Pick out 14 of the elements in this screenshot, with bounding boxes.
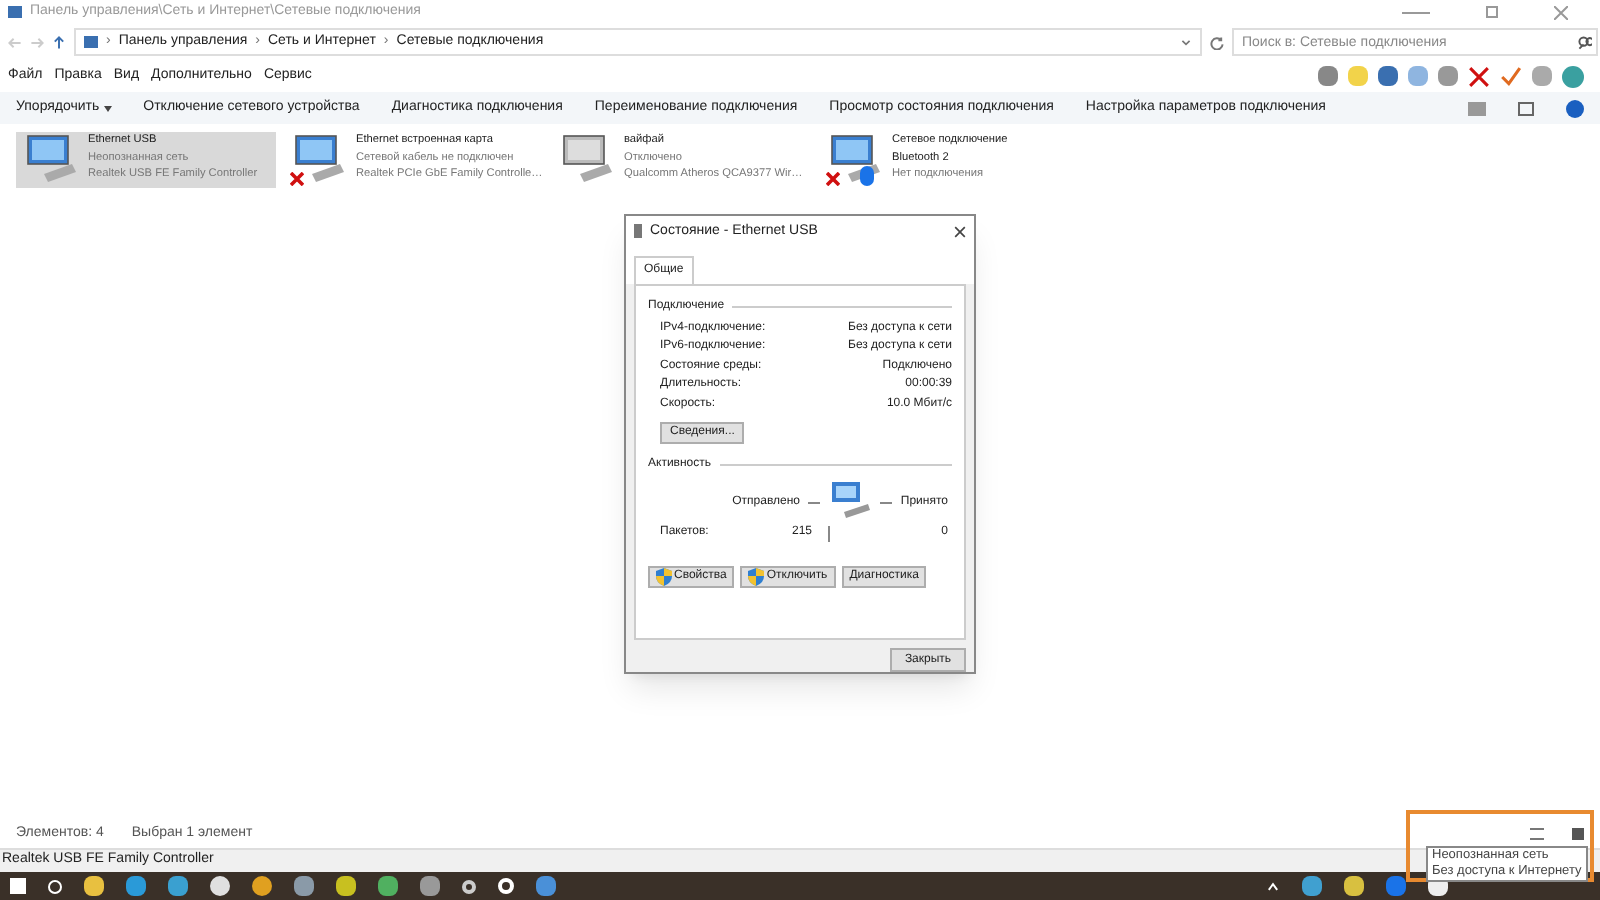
refresh-icon[interactable] (1210, 35, 1224, 49)
control-panel-icon (8, 6, 22, 18)
maximize-button[interactable] (1486, 6, 1498, 18)
checkmark-icon[interactable] (1500, 65, 1522, 87)
up-arrow-icon[interactable] (52, 35, 66, 49)
network-icon (634, 224, 642, 239)
preview-pane-icon[interactable] (1518, 101, 1534, 115)
delete-icon[interactable] (1468, 65, 1490, 87)
details-view-icon[interactable] (1530, 828, 1544, 840)
start-icon[interactable] (10, 878, 26, 894)
tiles-view-icon[interactable] (1572, 828, 1584, 840)
minimize-button[interactable] (1402, 11, 1430, 13)
control-panel-icon (84, 36, 98, 48)
close-icon[interactable] (954, 225, 966, 238)
